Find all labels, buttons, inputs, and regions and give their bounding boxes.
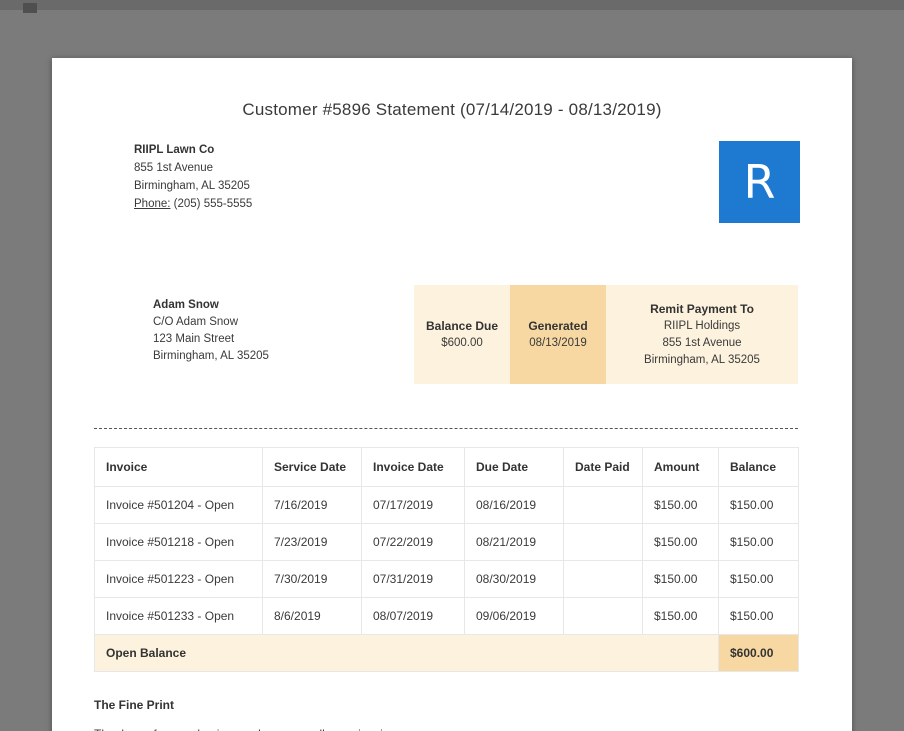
invoice-cell: 09/06/2019: [464, 597, 564, 635]
open-balance-label: Open Balance: [94, 634, 719, 672]
invoice-cell: 07/31/2019: [361, 560, 465, 598]
invoice-cell: 07/22/2019: [361, 523, 465, 561]
invoice-row: Invoice #501218 - Open 7/23/2019 07/22/201…: [94, 523, 799, 561]
statement-page: Customer #5896 Statement (07/14/2019 - 0…: [52, 58, 852, 731]
column-header: Amount: [642, 447, 719, 487]
invoice-cell: [563, 560, 643, 598]
invoice-cell: $150.00: [718, 560, 799, 598]
page-title: Customer #5896 Statement (07/14/2019 - 0…: [242, 100, 662, 119]
fine-print-body: Thank you for your business, please pay …: [94, 726, 798, 731]
invoice-row: Invoice #501204 - Open 7/16/2019 07/17/201…: [94, 486, 799, 524]
customer-line2: 123 Main Street: [153, 333, 235, 345]
invoice-cell: Invoice #501204 - Open: [94, 486, 263, 524]
viewer-top-strip: [0, 0, 904, 10]
remit-label: Remit Payment To: [650, 301, 754, 316]
invoice-cell: [563, 523, 643, 561]
invoice-table: Invoice Service Date Invoice Date Due Date D…: [94, 447, 799, 672]
customer-line3: Birmingham, AL 35205: [153, 350, 269, 362]
summary-box: Balance Due $600.00 Generated 08/13/2019…: [414, 285, 798, 384]
open-balance-value: $600.00: [718, 634, 799, 672]
invoice-table-body: Invoice #501204 - Open 7/16/2019 07/17/201…: [94, 486, 799, 635]
column-header: Invoice Date: [361, 447, 465, 487]
company-address-line1: 855 1st Avenue: [134, 162, 214, 174]
phone-number: (205) 555-5555: [173, 198, 253, 210]
balance-due-value: $600.00: [441, 336, 483, 349]
column-header: Balance: [718, 447, 799, 487]
header-section: RIIPL Lawn Co 855 1st Avenue Birmingham,…: [134, 141, 800, 223]
invoice-cell: 08/21/2019: [464, 523, 564, 561]
invoice-cell: 7/16/2019: [262, 486, 362, 524]
fine-print-section: The Fine Print Thank you for your busine…: [94, 698, 798, 731]
invoice-cell: Invoice #501223 - Open: [94, 560, 263, 598]
customer-address: Adam Snow C/O Adam Snow 123 Main Street …: [153, 285, 269, 365]
viewer-top-artifact: [23, 3, 37, 13]
company-logo: R: [719, 141, 800, 223]
invoice-cell: $150.00: [718, 597, 799, 635]
remit-line3: Birmingham, AL 35205: [644, 353, 760, 366]
remit-payment-cell: Remit Payment To RIIPL Holdings 855 1st …: [606, 285, 798, 384]
phone-label: Phone:: [134, 198, 171, 210]
invoice-cell: $150.00: [642, 486, 719, 524]
column-header: Date Paid: [563, 447, 643, 487]
invoice-table-header-row: Invoice Service Date Invoice Date Due Date D…: [94, 447, 799, 487]
invoice-cell: $150.00: [642, 597, 719, 635]
customer-line1: C/O Adam Snow: [153, 316, 239, 328]
invoice-cell: $150.00: [718, 523, 799, 561]
invoice-cell: Invoice #501218 - Open: [94, 523, 263, 561]
generated-value: 08/13/2019: [529, 336, 587, 349]
invoice-cell: [563, 486, 643, 524]
company-info: RIIPL Lawn Co 855 1st Avenue Birmingham,…: [134, 141, 252, 213]
invoice-cell: $150.00: [642, 560, 719, 598]
invoice-cell: 8/6/2019: [262, 597, 362, 635]
column-header: Due Date: [464, 447, 564, 487]
invoice-cell: 08/16/2019: [464, 486, 564, 524]
invoice-cell: $150.00: [642, 523, 719, 561]
customer-name: Adam Snow: [153, 299, 219, 311]
dashed-divider: [94, 428, 798, 429]
invoice-cell: 7/23/2019: [262, 523, 362, 561]
company-address-line2: Birmingham, AL 35205: [134, 180, 250, 192]
invoice-cell: 07/17/2019: [361, 486, 465, 524]
invoice-cell: [563, 597, 643, 635]
generated-label: Generated: [528, 318, 588, 333]
remit-line2: 855 1st Avenue: [662, 336, 742, 349]
generated-cell: Generated 08/13/2019: [510, 285, 606, 384]
remit-line1: RIIPL Holdings: [663, 319, 741, 332]
logo-letter: R: [743, 155, 776, 209]
invoice-cell: 7/30/2019: [262, 560, 362, 598]
column-header: Invoice: [94, 447, 263, 487]
fine-print-heading: The Fine Print: [94, 698, 175, 712]
invoice-cell: Invoice #501233 - Open: [94, 597, 263, 635]
column-header: Service Date: [262, 447, 362, 487]
invoice-cell: $150.00: [718, 486, 799, 524]
invoice-cell: 08/07/2019: [361, 597, 465, 635]
company-phone: Phone: (205) 555-5555: [134, 195, 252, 213]
open-balance-row: Open Balance $600.00: [94, 634, 799, 672]
invoice-row: Invoice #501223 - Open 7/30/2019 07/31/201…: [94, 560, 799, 598]
company-name: RIIPL Lawn Co: [134, 144, 215, 156]
balance-due-label: Balance Due: [425, 318, 499, 333]
invoice-cell: 08/30/2019: [464, 560, 564, 598]
invoice-row: Invoice #501233 - Open 8/6/2019 08/07/2019…: [94, 597, 799, 635]
balance-due-cell: Balance Due $600.00: [414, 285, 510, 384]
billing-section: Adam Snow C/O Adam Snow 123 Main Street …: [153, 285, 798, 384]
